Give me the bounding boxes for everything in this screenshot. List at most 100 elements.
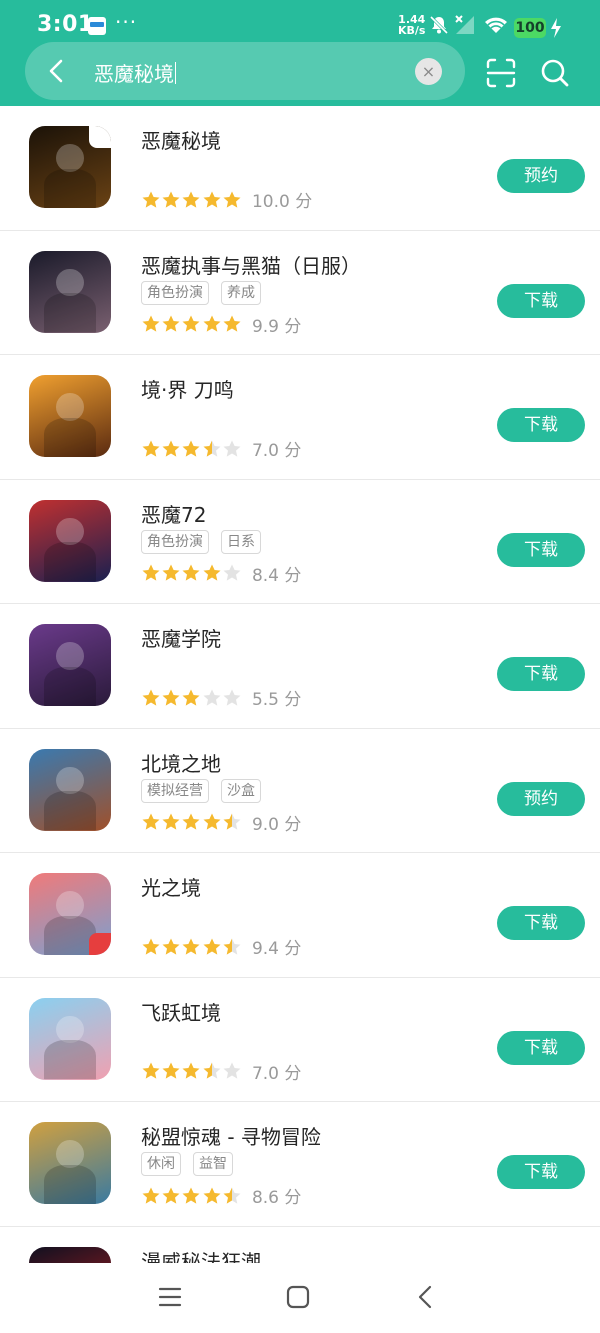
category-tag: 角色扮演 xyxy=(141,529,209,554)
reserve-button[interactable]: 预约 xyxy=(497,159,585,193)
search-query[interactable]: 恶魔秘境 xyxy=(94,58,176,87)
app-name[interactable]: 恶魔72 xyxy=(141,499,206,528)
more-notifications-icon: ··· xyxy=(115,10,138,34)
category-tag: 角色扮演 xyxy=(141,280,209,305)
list-item[interactable]: 秘盟惊魂 - 寻物冒险 休闲 益智 8.6 分 下载 xyxy=(0,1102,600,1227)
app-header: 3:01 ··· 1.44 KB/s 100 恶魔秘境 × xyxy=(0,0,600,106)
app-tags: 角色扮演 日系 xyxy=(141,529,261,554)
star-icon xyxy=(142,813,160,830)
app-icon[interactable] xyxy=(29,1246,111,1263)
rating-score: 5.5 分 xyxy=(251,690,302,710)
star-icon xyxy=(223,1062,241,1079)
download-button[interactable]: 下载 xyxy=(497,657,585,691)
download-button[interactable]: 下载 xyxy=(497,1155,585,1189)
list-item[interactable]: 光之境 9.4 分 下载 xyxy=(0,853,600,978)
star-rating: 7.0 分 xyxy=(141,1059,301,1084)
app-name[interactable]: 飞跃虹境 xyxy=(141,997,221,1026)
rating-score: 10.0 分 xyxy=(251,192,313,212)
star-icon xyxy=(162,1187,180,1204)
star-icon xyxy=(203,315,221,332)
star-icon xyxy=(203,938,221,955)
list-item[interactable]: 恶魔秘境 10.0 分 预约 xyxy=(0,106,600,231)
app-icon[interactable] xyxy=(29,126,111,208)
star-icon xyxy=(203,1062,221,1079)
download-button[interactable]: 下载 xyxy=(497,283,585,318)
star-icon xyxy=(182,564,200,581)
star-icon xyxy=(203,689,221,706)
list-item[interactable]: 境·界 刀鸣 7.0 分 下载 xyxy=(0,355,600,480)
back-icon[interactable] xyxy=(40,54,74,88)
star-rating: 8.4 分 xyxy=(141,561,301,586)
download-button[interactable]: 下载 xyxy=(497,532,585,567)
download-button[interactable]: 下载 xyxy=(497,906,585,940)
star-icon xyxy=(182,938,200,955)
list-item[interactable]: 飞跃虹境 7.0 分 下载 xyxy=(0,978,600,1102)
star-rating: 5.5 分 xyxy=(141,685,301,710)
star-icon xyxy=(142,938,160,955)
category-tag: 益智 xyxy=(193,1152,233,1176)
search-icon[interactable] xyxy=(538,56,572,90)
list-item[interactable]: 漫威秘法狂潮 xyxy=(0,1227,600,1264)
star-icon xyxy=(142,1062,160,1079)
download-button[interactable]: 下载 xyxy=(497,1030,585,1065)
star-icon xyxy=(182,689,200,706)
category-tag: 休闲 xyxy=(141,1152,181,1176)
app-icon[interactable] xyxy=(29,1122,111,1204)
clear-search-button[interactable]: × xyxy=(415,58,442,85)
list-item[interactable]: 恶魔72 角色扮演 日系 8.4 分 下载 xyxy=(0,480,600,604)
close-icon: × xyxy=(421,62,436,81)
search-input[interactable] xyxy=(25,42,465,100)
star-icon xyxy=(142,1187,160,1204)
list-item[interactable]: 恶魔学院 5.5 分 下载 xyxy=(0,604,600,729)
app-icon[interactable] xyxy=(29,499,111,582)
no-signal-icon xyxy=(455,15,474,34)
app-name[interactable]: 漫威秘法狂潮 xyxy=(141,1246,261,1264)
star-icon xyxy=(162,315,180,332)
star-icon xyxy=(162,813,180,830)
app-name[interactable]: 恶魔秘境 xyxy=(141,125,221,154)
app-icon[interactable] xyxy=(29,375,111,457)
star-icon xyxy=(223,938,241,955)
app-name[interactable]: 境·界 刀鸣 xyxy=(141,374,234,403)
star-icon xyxy=(142,440,160,457)
back-nav-icon[interactable] xyxy=(412,1283,440,1311)
star-icon xyxy=(223,315,241,332)
cloud-game-badge-icon xyxy=(89,126,111,148)
list-item[interactable]: 北境之地 模拟经营 沙盒 9.0 分 预约 xyxy=(0,729,600,853)
app-icon[interactable] xyxy=(29,873,111,955)
app-icon[interactable] xyxy=(29,624,111,706)
star-icon xyxy=(203,813,221,830)
reserve-button[interactable]: 预约 xyxy=(497,781,585,816)
app-tags: 休闲 益智 xyxy=(141,1152,233,1176)
star-icon xyxy=(162,1062,180,1079)
app-name[interactable]: 恶魔执事与黑猫（日服） xyxy=(141,250,361,279)
star-rating: 9.4 分 xyxy=(141,934,301,959)
app-icon[interactable] xyxy=(29,997,111,1080)
star-icon xyxy=(162,938,180,955)
star-icon xyxy=(162,191,180,208)
app-name[interactable]: 秘盟惊魂 - 寻物冒险 xyxy=(141,1121,321,1150)
home-icon[interactable] xyxy=(284,1283,312,1311)
star-icon xyxy=(162,440,180,457)
search-row: 恶魔秘境 × xyxy=(0,42,600,102)
list-item[interactable]: 恶魔执事与黑猫（日服） 角色扮演 养成 9.9 分 下载 xyxy=(0,231,600,355)
star-rating: 10.0 分 xyxy=(141,187,312,212)
star-rating: 9.0 分 xyxy=(141,810,301,835)
menu-icon[interactable] xyxy=(156,1283,184,1311)
star-icon xyxy=(203,191,221,208)
scan-icon[interactable] xyxy=(484,56,518,90)
rating-score: 7.0 分 xyxy=(251,1063,302,1084)
star-icon xyxy=(223,689,241,706)
star-icon xyxy=(223,564,241,581)
app-icon[interactable] xyxy=(29,250,111,333)
star-rating: 8.6 分 xyxy=(141,1183,301,1208)
app-icon[interactable] xyxy=(29,748,111,831)
app-name[interactable]: 光之境 xyxy=(141,872,201,901)
app-name[interactable]: 恶魔学院 xyxy=(141,623,221,652)
star-icon xyxy=(142,191,160,208)
star-icon xyxy=(182,1062,200,1079)
app-tags: 角色扮演 养成 xyxy=(141,280,261,305)
star-icon xyxy=(223,813,241,830)
download-button[interactable]: 下载 xyxy=(497,408,585,442)
app-name[interactable]: 北境之地 xyxy=(141,748,221,777)
